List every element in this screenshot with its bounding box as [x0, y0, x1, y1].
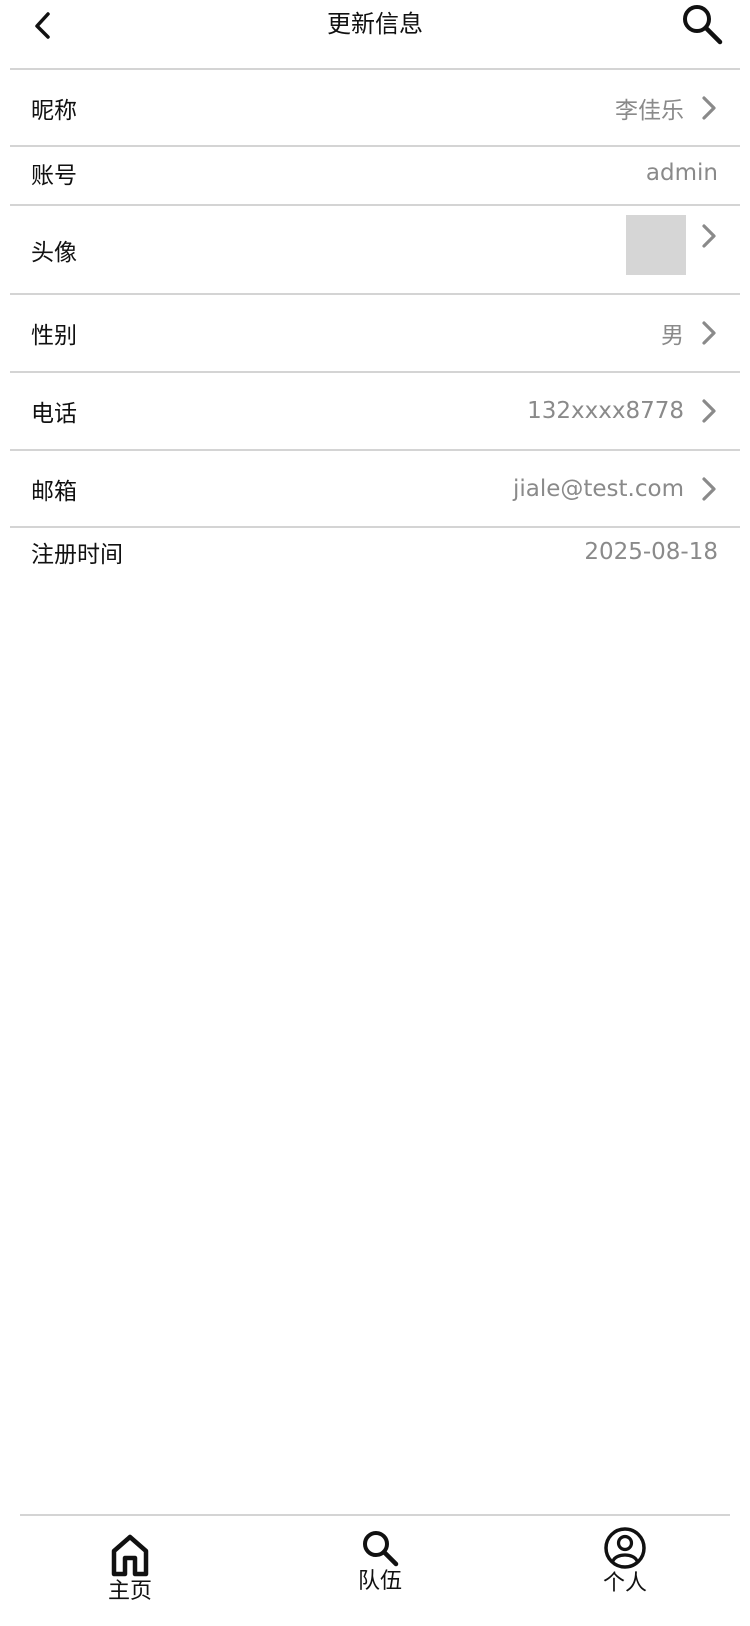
- chevron-right-icon: [702, 476, 716, 501]
- register-time-value: 2025-08-18: [584, 539, 718, 565]
- chevron-right-icon: [702, 399, 716, 423]
- account-label: 账号: [31, 163, 77, 189]
- chevron-right-icon: [702, 321, 716, 345]
- chevron-right-icon: [702, 224, 716, 248]
- nickname-row[interactable]: 昵称 李佳乐: [10, 70, 740, 147]
- gender-value: 男: [661, 323, 684, 349]
- search-icon[interactable]: [680, 2, 724, 46]
- bottom-tab-bar: 主页 队伍 个人: [20, 1514, 730, 1626]
- user-circle-icon: [604, 1527, 646, 1569]
- account-value: admin: [645, 160, 718, 186]
- register-time-label: 注册时间: [31, 542, 123, 568]
- phone-row[interactable]: 电话 132xxxx8778: [10, 373, 740, 451]
- tab-home[interactable]: 主页: [70, 1532, 190, 1606]
- email-row[interactable]: 邮箱 jiale@test.com: [10, 451, 740, 528]
- gender-row[interactable]: 性别 男: [10, 295, 740, 373]
- avatar[interactable]: [626, 215, 686, 275]
- tab-team-label: 队伍: [357, 1569, 402, 1594]
- page-title: 更新信息: [327, 10, 423, 38]
- phone-value: 132xxxx8778: [527, 398, 684, 424]
- home-icon: [111, 1534, 149, 1577]
- email-value: jiale@test.com: [512, 475, 684, 502]
- phone-label: 电话: [31, 401, 77, 427]
- account-row: 账号 admin: [10, 147, 740, 206]
- email-label: 邮箱: [31, 478, 77, 505]
- avatar-label: 头像: [31, 239, 77, 266]
- tab-profile-label: 个人: [602, 1571, 647, 1596]
- profile-info-list: 昵称 李佳乐 账号 admin 头像 性别 男 电话 132xxxx8778 邮…: [10, 68, 740, 580]
- chevron-right-icon: [702, 95, 716, 120]
- gender-label: 性别: [31, 323, 77, 349]
- avatar-row[interactable]: 头像: [10, 206, 740, 295]
- top-nav-bar: 更新信息: [0, 0, 750, 68]
- register-time-row: 注册时间 2025-08-18: [10, 528, 740, 580]
- search-icon: [363, 1531, 399, 1567]
- tab-team[interactable]: 队伍: [320, 1528, 440, 1596]
- nickname-label: 昵称: [31, 97, 77, 124]
- tab-home-label: 主页: [107, 1579, 152, 1604]
- nickname-value: 李佳乐: [615, 97, 684, 124]
- tab-profile[interactable]: 个人: [565, 1526, 685, 1598]
